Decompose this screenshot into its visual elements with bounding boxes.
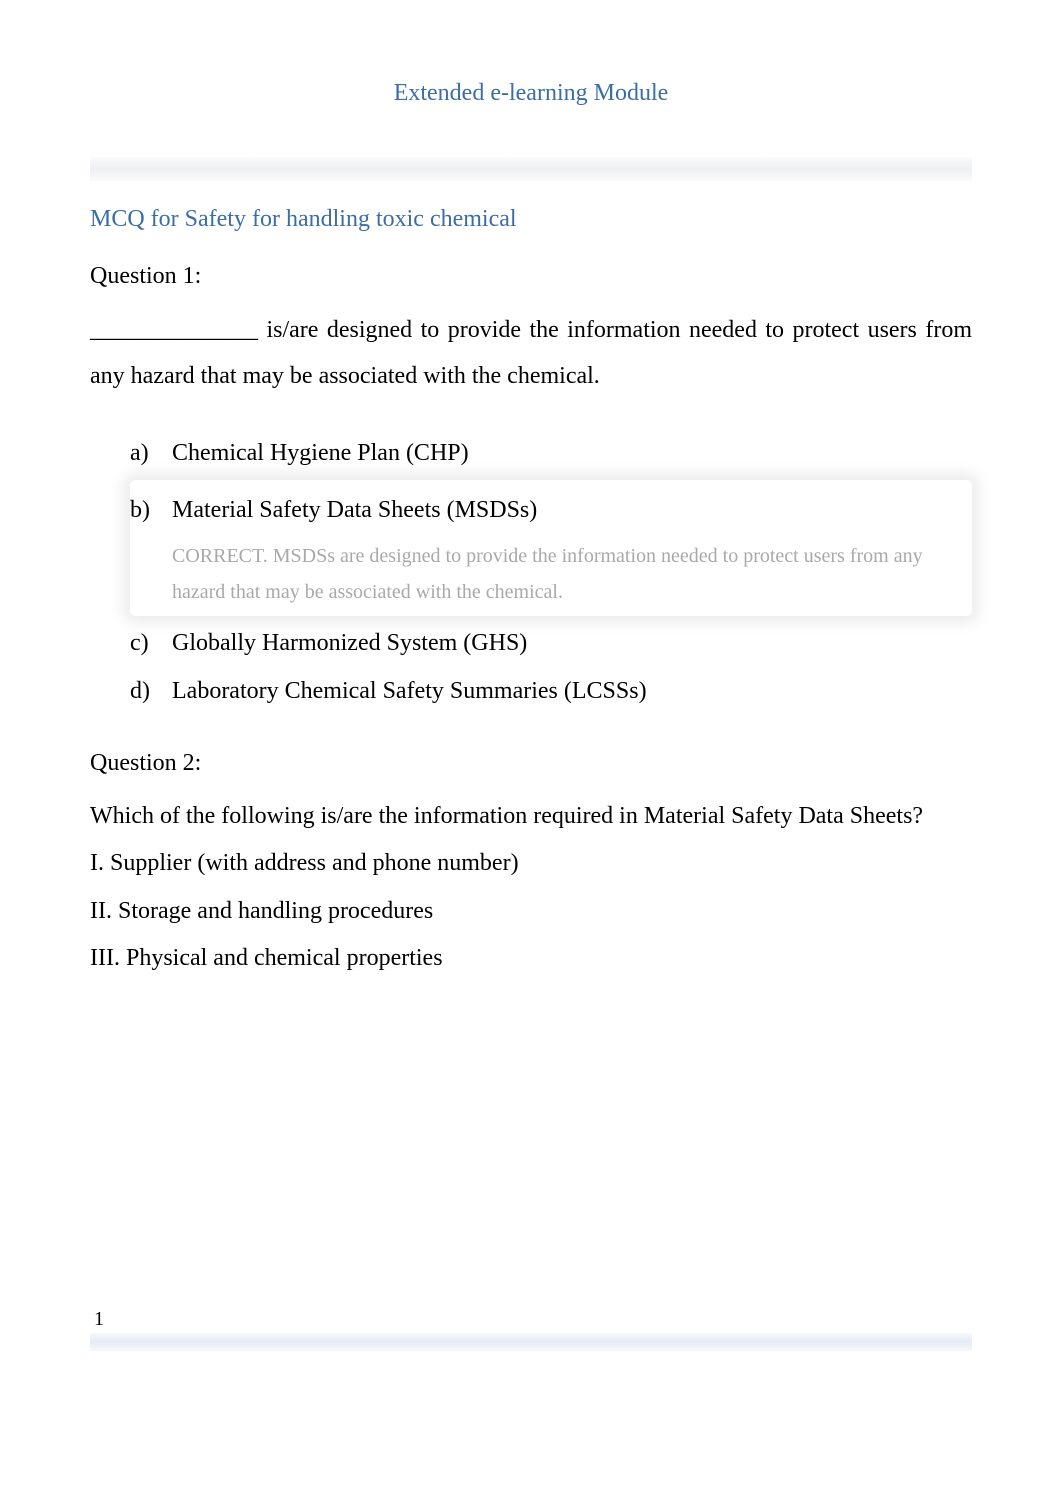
option-c[interactable]: c) Globally Harmonized System (GHS) xyxy=(130,619,972,667)
section-heading: MCQ for Safety for handling toxic chemic… xyxy=(90,206,972,233)
question-2-item-ii: II. Storage and handling procedures xyxy=(90,890,972,933)
option-letter: a) xyxy=(130,435,172,471)
option-a[interactable]: a) Chemical Hygiene Plan (CHP) xyxy=(130,429,972,477)
option-d[interactable]: d) Laboratory Chemical Safety Summaries … xyxy=(130,667,972,715)
question-2-stem: Which of the following is/are the inform… xyxy=(90,795,972,838)
page-number: 1 xyxy=(90,1308,972,1331)
page-footer: 1 xyxy=(90,1308,972,1351)
option-text: Globally Harmonized System (GHS) xyxy=(172,625,964,661)
option-b[interactable]: b) Material Safety Data Sheets (MSDSs) xyxy=(130,486,960,534)
option-text: Chemical Hygiene Plan (CHP) xyxy=(172,435,964,471)
correct-explanation: CORRECT. MSDSs are designed to provide t… xyxy=(130,534,960,610)
option-text: Material Safety Data Sheets (MSDSs) xyxy=(172,492,952,528)
footer-band xyxy=(90,1333,972,1351)
divider-band xyxy=(90,157,972,181)
option-text: Laboratory Chemical Safety Summaries (LC… xyxy=(172,673,964,709)
option-letter: b) xyxy=(130,492,172,528)
option-b-correct-highlight: b) Material Safety Data Sheets (MSDSs) C… xyxy=(130,480,972,616)
option-letter: d) xyxy=(130,673,172,709)
question-1-text: ______________ is/are designed to provid… xyxy=(90,308,972,399)
question-2-item-iii: III. Physical and chemical properties xyxy=(90,937,972,980)
question-1: Question 1: ______________ is/are design… xyxy=(90,263,972,715)
question-2-item-i: I. Supplier (with address and phone numb… xyxy=(90,842,972,885)
option-letter: c) xyxy=(130,625,172,661)
question-1-label: Question 1: xyxy=(90,263,972,290)
question-2-label: Question 2: xyxy=(90,750,972,777)
question-1-options: a) Chemical Hygiene Plan (CHP) b) Materi… xyxy=(90,429,972,715)
module-title: Extended e-learning Module xyxy=(90,80,972,107)
question-2: Question 2: Which of the following is/ar… xyxy=(90,750,972,980)
